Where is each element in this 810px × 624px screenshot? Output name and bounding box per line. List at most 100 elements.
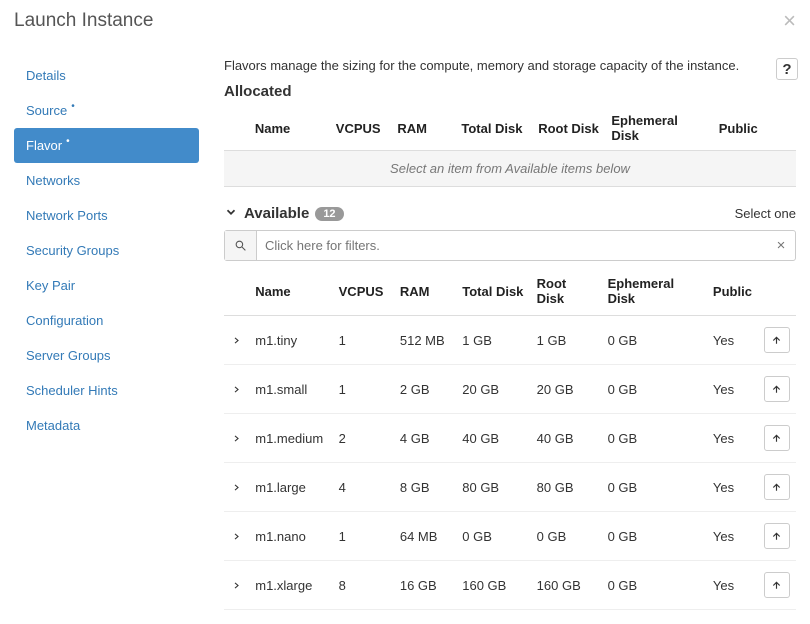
col-vcpus[interactable]: VCPUS bbox=[333, 267, 394, 316]
sidebar-item-label: Security Groups bbox=[26, 243, 119, 258]
sidebar-item-label: Details bbox=[26, 68, 66, 83]
filter-input[interactable] bbox=[257, 231, 767, 260]
col-total[interactable]: Total Disk bbox=[456, 267, 530, 316]
cell-eph: 0 GB bbox=[602, 316, 707, 365]
chevron-right-icon[interactable] bbox=[232, 333, 241, 348]
col-name[interactable]: Name bbox=[249, 267, 332, 316]
cell-total: 20 GB bbox=[456, 365, 530, 414]
sidebar-item-security-groups[interactable]: Security Groups bbox=[14, 233, 199, 268]
allocate-button[interactable] bbox=[764, 474, 790, 500]
allocated-empty-text: Select an item from Available items belo… bbox=[224, 151, 796, 187]
sidebar-item-label: Configuration bbox=[26, 313, 103, 328]
cell-public: Yes bbox=[707, 414, 758, 463]
sidebar-item-flavor[interactable]: Flavor• bbox=[14, 128, 199, 163]
sidebar-item-metadata[interactable]: Metadata bbox=[14, 408, 199, 443]
sidebar-item-details[interactable]: Details bbox=[14, 58, 199, 93]
cell-ram: 64 MB bbox=[394, 512, 456, 561]
cell-eph: 0 GB bbox=[602, 463, 707, 512]
cell-eph: 0 GB bbox=[602, 512, 707, 561]
sidebar-item-label: Networks bbox=[26, 173, 80, 188]
cell-public: Yes bbox=[707, 365, 758, 414]
modal-title: Launch Instance bbox=[14, 10, 153, 32]
cell-root: 0 GB bbox=[531, 512, 602, 561]
allocate-button[interactable] bbox=[764, 327, 790, 353]
cell-eph: 0 GB bbox=[602, 365, 707, 414]
allocated-heading: Allocated bbox=[224, 83, 796, 100]
col-root: Root Disk bbox=[532, 106, 605, 151]
launch-instance-modal: Launch Instance × Details Source • Flavor• N… bbox=[0, 0, 810, 624]
sidebar-item-scheduler-hints[interactable]: Scheduler Hints bbox=[14, 373, 199, 408]
content-description: Flavors manage the sizing for the comput… bbox=[224, 58, 796, 73]
chevron-down-icon[interactable] bbox=[224, 205, 238, 222]
chevron-right-icon[interactable] bbox=[232, 480, 241, 495]
cell-vcpus: 1 bbox=[333, 316, 394, 365]
col-eph[interactable]: Ephemeral Disk bbox=[602, 267, 707, 316]
allocated-empty-row: Select an item from Available items belo… bbox=[224, 151, 796, 187]
sidebar: Details Source • Flavor• Networks Network Por… bbox=[14, 58, 199, 610]
cell-name: m1.nano bbox=[249, 512, 332, 561]
allocate-button[interactable] bbox=[764, 425, 790, 451]
clear-filter-icon[interactable]: × bbox=[767, 231, 795, 260]
cell-root: 20 GB bbox=[531, 365, 602, 414]
cell-ram: 2 GB bbox=[394, 365, 456, 414]
cell-total: 80 GB bbox=[456, 463, 530, 512]
col-eph: Ephemeral Disk bbox=[605, 106, 712, 151]
available-table: Name VCPUS RAM Total Disk Root Disk Ephe… bbox=[224, 267, 796, 610]
filter-bar: × bbox=[224, 230, 796, 261]
cell-name: m1.large bbox=[249, 463, 332, 512]
cell-root: 1 GB bbox=[531, 316, 602, 365]
cell-eph: 0 GB bbox=[602, 414, 707, 463]
sidebar-item-server-groups[interactable]: Server Groups bbox=[14, 338, 199, 373]
chevron-right-icon[interactable] bbox=[232, 431, 241, 446]
cell-name: m1.medium bbox=[249, 414, 332, 463]
required-dot-icon: • bbox=[71, 101, 75, 112]
modal-body: Details Source • Flavor• Networks Network Por… bbox=[14, 58, 796, 610]
chevron-right-icon[interactable] bbox=[232, 382, 241, 397]
sidebar-item-network-ports[interactable]: Network Ports bbox=[14, 198, 199, 233]
col-name: Name bbox=[249, 106, 330, 151]
close-icon[interactable]: × bbox=[783, 8, 796, 34]
table-row: m1.small12 GB20 GB20 GB0 GBYes bbox=[224, 365, 796, 414]
cell-vcpus: 4 bbox=[333, 463, 394, 512]
sidebar-item-label: Scheduler Hints bbox=[26, 383, 118, 398]
cell-vcpus: 1 bbox=[333, 365, 394, 414]
allocate-button[interactable] bbox=[764, 376, 790, 402]
sidebar-item-networks[interactable]: Networks bbox=[14, 163, 199, 198]
allocate-button[interactable] bbox=[764, 523, 790, 549]
sidebar-item-label: Metadata bbox=[26, 418, 80, 433]
allocate-button[interactable] bbox=[764, 572, 790, 598]
help-icon[interactable]: ? bbox=[776, 58, 798, 80]
table-row: m1.medium24 GB40 GB40 GB0 GBYes bbox=[224, 414, 796, 463]
cell-root: 160 GB bbox=[531, 561, 602, 610]
search-icon[interactable] bbox=[225, 231, 257, 260]
cell-total: 160 GB bbox=[456, 561, 530, 610]
sidebar-item-label: Source bbox=[26, 103, 67, 118]
cell-vcpus: 8 bbox=[333, 561, 394, 610]
sidebar-item-label: Network Ports bbox=[26, 208, 108, 223]
content: ? Flavors manage the sizing for the comp… bbox=[199, 58, 796, 610]
col-ram[interactable]: RAM bbox=[394, 267, 456, 316]
col-public[interactable]: Public bbox=[707, 267, 758, 316]
col-root[interactable]: Root Disk bbox=[531, 267, 602, 316]
cell-name: m1.tiny bbox=[249, 316, 332, 365]
cell-root: 80 GB bbox=[531, 463, 602, 512]
modal-header: Launch Instance × bbox=[14, 8, 796, 38]
chevron-right-icon[interactable] bbox=[232, 578, 241, 593]
col-ram: RAM bbox=[391, 106, 455, 151]
chevron-right-icon[interactable] bbox=[232, 529, 241, 544]
cell-public: Yes bbox=[707, 512, 758, 561]
available-heading: Available bbox=[244, 205, 309, 222]
cell-ram: 16 GB bbox=[394, 561, 456, 610]
sidebar-item-key-pair[interactable]: Key Pair bbox=[14, 268, 199, 303]
table-row: m1.large48 GB80 GB80 GB0 GBYes bbox=[224, 463, 796, 512]
cell-eph: 0 GB bbox=[602, 561, 707, 610]
sidebar-item-label: Flavor bbox=[26, 138, 62, 153]
cell-total: 0 GB bbox=[456, 512, 530, 561]
sidebar-item-source[interactable]: Source • bbox=[14, 93, 199, 128]
cell-vcpus: 2 bbox=[333, 414, 394, 463]
cell-ram: 4 GB bbox=[394, 414, 456, 463]
sidebar-item-configuration[interactable]: Configuration bbox=[14, 303, 199, 338]
cell-name: m1.xlarge bbox=[249, 561, 332, 610]
cell-public: Yes bbox=[707, 316, 758, 365]
table-row: m1.tiny1512 MB1 GB1 GB0 GBYes bbox=[224, 316, 796, 365]
